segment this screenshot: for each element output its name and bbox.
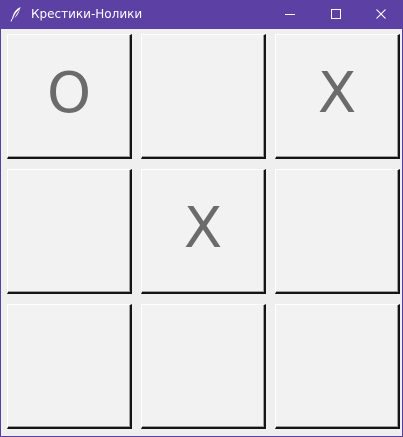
board-cell-r3-c3[interactable] [275, 304, 400, 429]
cell-mark: O [46, 61, 92, 126]
board-cell-r3-c2[interactable] [141, 304, 266, 429]
close-button[interactable] [358, 0, 403, 29]
close-icon [375, 5, 387, 24]
board-cell-r2-c3[interactable] [275, 169, 400, 294]
board-cell-r2-c2[interactable]: X [141, 169, 266, 294]
board-cell-r1-c2[interactable] [141, 34, 266, 159]
board-cell-r2-c1[interactable] [7, 169, 132, 294]
cell-mark: X [317, 61, 357, 126]
maximize-icon [330, 5, 342, 24]
board-cell-r1-c3[interactable]: X [275, 34, 400, 159]
minimize-icon [284, 5, 296, 24]
game-board: O X X [1, 29, 402, 436]
board-cell-r3-c1[interactable] [7, 304, 132, 429]
board-cell-r1-c1[interactable]: O [7, 34, 132, 159]
app-window: Крестики-Нолики O X X [0, 0, 403, 437]
minimize-button[interactable] [267, 0, 313, 29]
feather-icon [9, 6, 23, 22]
title-bar[interactable]: Крестики-Нолики [0, 0, 403, 29]
cell-mark: X [183, 196, 223, 261]
maximize-button[interactable] [313, 0, 359, 29]
window-title: Крестики-Нолики [31, 7, 143, 21]
